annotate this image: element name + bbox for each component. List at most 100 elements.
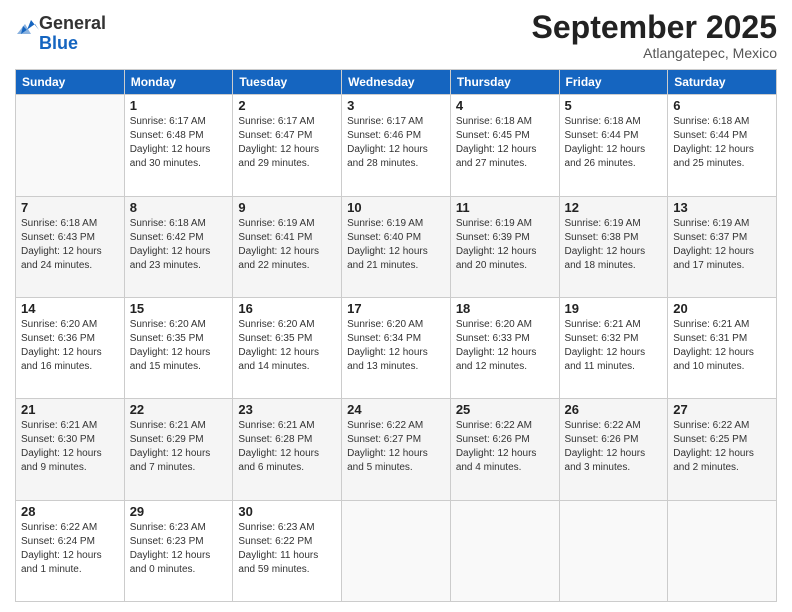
day-number: 5 xyxy=(565,98,663,113)
calendar-week-row: 1Sunrise: 6:17 AMSunset: 6:48 PMDaylight… xyxy=(16,95,777,196)
day-number: 22 xyxy=(130,402,228,417)
header: General Blue September 2025 Atlangatepec… xyxy=(15,10,777,61)
day-info: Sunrise: 6:20 AMSunset: 6:35 PMDaylight:… xyxy=(130,318,228,374)
day-number: 1 xyxy=(130,98,228,113)
table-row: 16 Sunrise: 6:20 AMSunset: 6:35 PMDayligh… xyxy=(233,297,342,398)
table-row xyxy=(342,500,451,601)
table-row xyxy=(16,95,125,196)
logo-icon xyxy=(15,24,39,43)
title-block: September 2025 Atlangatepec, Mexico xyxy=(532,10,777,61)
day-number: 28 xyxy=(21,504,119,519)
day-number: 10 xyxy=(347,200,445,215)
table-row: 15Sunrise: 6:20 AMSunset: 6:35 PMDayligh… xyxy=(124,297,233,398)
day-info: Sunrise: 6:17 AMSunset: 6:47 PMDaylight:… xyxy=(238,115,336,171)
col-saturday: Saturday xyxy=(668,70,777,95)
day-number: 17 xyxy=(347,301,445,316)
logo-blue: Blue xyxy=(39,34,106,54)
day-info: Sunrise: 6:21 AMSunset: 6:29 PMDaylight:… xyxy=(130,419,228,475)
calendar-week-row: 21 Sunrise: 6:21 AMSunset: 6:30 PMDayligh… xyxy=(16,399,777,500)
day-info: Sunrise: 6:22 AMSunset: 6:24 PMDaylight:… xyxy=(21,521,119,577)
day-info: Sunrise: 6:21 AMSunset: 6:30 PMDaylight:… xyxy=(21,419,119,475)
table-row: 1Sunrise: 6:17 AMSunset: 6:48 PMDaylight… xyxy=(124,95,233,196)
table-row: 7 Sunrise: 6:18 AMSunset: 6:43 PMDaylight… xyxy=(16,196,125,297)
day-info: Sunrise: 6:22 AMSunset: 6:25 PMDaylight:… xyxy=(673,419,771,475)
day-number: 19 xyxy=(565,301,663,316)
table-row: 12 Sunrise: 6:19 AMSunset: 6:38 PMDayligh… xyxy=(559,196,668,297)
day-number: 23 xyxy=(238,402,336,417)
day-info: Sunrise: 6:22 AMSunset: 6:26 PMDaylight:… xyxy=(456,419,554,475)
table-row: 24 Sunrise: 6:22 AMSunset: 6:27 PMDayligh… xyxy=(342,399,451,500)
calendar-week-row: 14 Sunrise: 6:20 AMSunset: 6:36 PMDayligh… xyxy=(16,297,777,398)
day-number: 7 xyxy=(21,200,119,215)
calendar-week-row: 7 Sunrise: 6:18 AMSunset: 6:43 PMDaylight… xyxy=(16,196,777,297)
day-number: 29 xyxy=(130,504,228,519)
table-row: 11 Sunrise: 6:19 AMSunset: 6:39 PMDayligh… xyxy=(450,196,559,297)
day-info: Sunrise: 6:21 AMSunset: 6:31 PMDaylight:… xyxy=(673,318,771,374)
day-number: 18 xyxy=(456,301,554,316)
table-row: 14 Sunrise: 6:20 AMSunset: 6:36 PMDayligh… xyxy=(16,297,125,398)
table-row: 6 Sunrise: 6:18 AMSunset: 6:44 PMDaylight… xyxy=(668,95,777,196)
day-number: 11 xyxy=(456,200,554,215)
day-info: Sunrise: 6:22 AMSunset: 6:27 PMDaylight:… xyxy=(347,419,445,475)
col-thursday: Thursday xyxy=(450,70,559,95)
table-row: 9 Sunrise: 6:19 AMSunset: 6:41 PMDaylight… xyxy=(233,196,342,297)
table-row: 8Sunrise: 6:18 AMSunset: 6:42 PMDaylight… xyxy=(124,196,233,297)
location: Atlangatepec, Mexico xyxy=(532,45,777,61)
day-number: 8 xyxy=(130,200,228,215)
day-number: 14 xyxy=(21,301,119,316)
table-row xyxy=(668,500,777,601)
day-info: Sunrise: 6:19 AMSunset: 6:40 PMDaylight:… xyxy=(347,217,445,273)
table-row: 26Sunrise: 6:22 AMSunset: 6:26 PMDayligh… xyxy=(559,399,668,500)
table-row xyxy=(450,500,559,601)
day-number: 2 xyxy=(238,98,336,113)
table-row: 23Sunrise: 6:21 AMSunset: 6:28 PMDayligh… xyxy=(233,399,342,500)
day-info: Sunrise: 6:19 AMSunset: 6:37 PMDaylight:… xyxy=(673,217,771,273)
table-row xyxy=(559,500,668,601)
table-row: 19 Sunrise: 6:21 AMSunset: 6:32 PMDayligh… xyxy=(559,297,668,398)
calendar-table: Sunday Monday Tuesday Wednesday Thursday… xyxy=(15,69,777,602)
day-number: 20 xyxy=(673,301,771,316)
day-info: Sunrise: 6:19 AMSunset: 6:41 PMDaylight:… xyxy=(238,217,336,273)
logo-general: General xyxy=(39,14,106,34)
day-info: Sunrise: 6:18 AMSunset: 6:43 PMDaylight:… xyxy=(21,217,119,273)
table-row: 18 Sunrise: 6:20 AMSunset: 6:33 PMDayligh… xyxy=(450,297,559,398)
day-number: 30 xyxy=(238,504,336,519)
day-number: 25 xyxy=(456,402,554,417)
day-number: 4 xyxy=(456,98,554,113)
day-number: 16 xyxy=(238,301,336,316)
logo-text: General Blue xyxy=(39,14,106,54)
page: General Blue September 2025 Atlangatepec… xyxy=(0,0,792,612)
table-row: 3 Sunrise: 6:17 AMSunset: 6:46 PMDaylight… xyxy=(342,95,451,196)
table-row: 2 Sunrise: 6:17 AMSunset: 6:47 PMDaylight… xyxy=(233,95,342,196)
table-row: 5Sunrise: 6:18 AMSunset: 6:44 PMDaylight… xyxy=(559,95,668,196)
day-info: Sunrise: 6:20 AMSunset: 6:35 PMDaylight:… xyxy=(238,318,336,374)
table-row: 17 Sunrise: 6:20 AMSunset: 6:34 PMDayligh… xyxy=(342,297,451,398)
day-info: Sunrise: 6:19 AMSunset: 6:39 PMDaylight:… xyxy=(456,217,554,273)
table-row: 20 Sunrise: 6:21 AMSunset: 6:31 PMDayligh… xyxy=(668,297,777,398)
table-row: 25 Sunrise: 6:22 AMSunset: 6:26 PMDayligh… xyxy=(450,399,559,500)
day-info: Sunrise: 6:20 AMSunset: 6:34 PMDaylight:… xyxy=(347,318,445,374)
table-row: 30Sunrise: 6:23 AMSunset: 6:22 PMDayligh… xyxy=(233,500,342,601)
table-row: 29Sunrise: 6:23 AMSunset: 6:23 PMDayligh… xyxy=(124,500,233,601)
day-number: 6 xyxy=(673,98,771,113)
table-row: 4 Sunrise: 6:18 AMSunset: 6:45 PMDaylight… xyxy=(450,95,559,196)
day-info: Sunrise: 6:18 AMSunset: 6:45 PMDaylight:… xyxy=(456,115,554,171)
day-info: Sunrise: 6:20 AMSunset: 6:36 PMDaylight:… xyxy=(21,318,119,374)
day-number: 3 xyxy=(347,98,445,113)
day-info: Sunrise: 6:19 AMSunset: 6:38 PMDaylight:… xyxy=(565,217,663,273)
day-info: Sunrise: 6:21 AMSunset: 6:32 PMDaylight:… xyxy=(565,318,663,374)
table-row: 28 Sunrise: 6:22 AMSunset: 6:24 PMDayligh… xyxy=(16,500,125,601)
day-number: 24 xyxy=(347,402,445,417)
day-number: 9 xyxy=(238,200,336,215)
col-tuesday: Tuesday xyxy=(233,70,342,95)
col-friday: Friday xyxy=(559,70,668,95)
day-info: Sunrise: 6:18 AMSunset: 6:44 PMDaylight:… xyxy=(673,115,771,171)
day-number: 21 xyxy=(21,402,119,417)
col-wednesday: Wednesday xyxy=(342,70,451,95)
day-info: Sunrise: 6:20 AMSunset: 6:33 PMDaylight:… xyxy=(456,318,554,374)
day-info: Sunrise: 6:17 AMSunset: 6:46 PMDaylight:… xyxy=(347,115,445,171)
calendar-header-row: Sunday Monday Tuesday Wednesday Thursday… xyxy=(16,70,777,95)
day-info: Sunrise: 6:22 AMSunset: 6:26 PMDaylight:… xyxy=(565,419,663,475)
day-number: 13 xyxy=(673,200,771,215)
day-number: 12 xyxy=(565,200,663,215)
